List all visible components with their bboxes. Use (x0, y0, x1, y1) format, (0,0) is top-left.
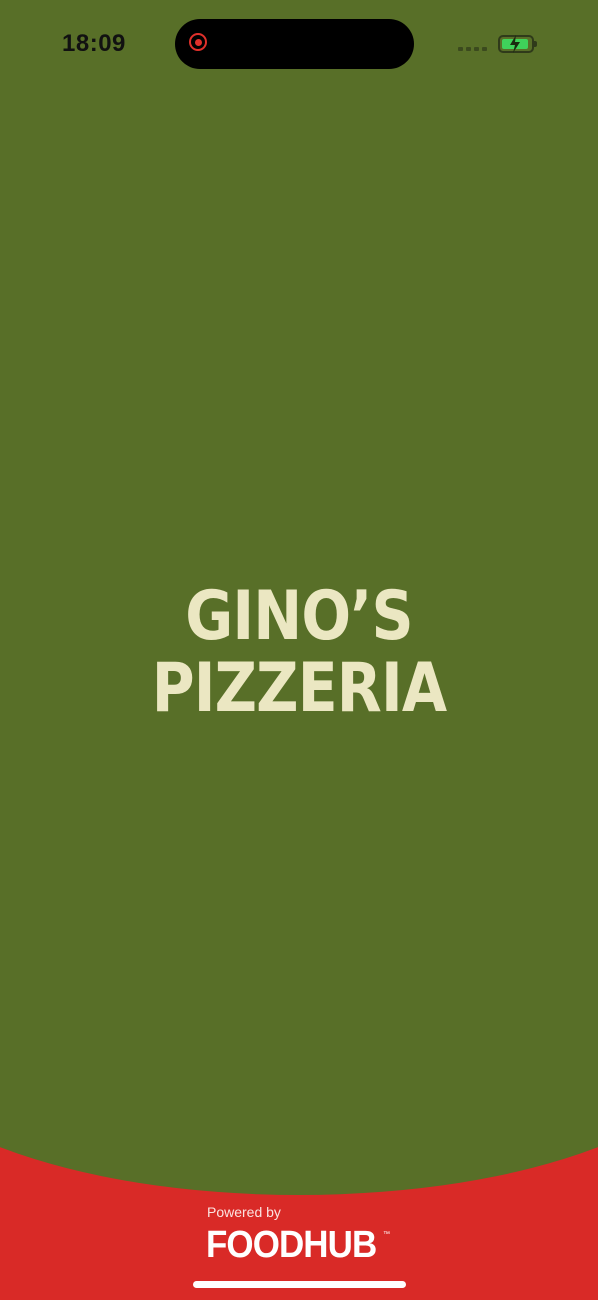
splash-screen: 18:09 GINO’S PIZZERIA Powered by FOODHUB… (0, 0, 598, 1300)
screen-recording-icon (189, 33, 207, 51)
powered-by-label: Powered by (207, 1204, 281, 1220)
logo-line-ginos: GINO’S (185, 577, 413, 656)
trademark-mark: ™ (383, 1231, 390, 1238)
status-bar: 18:09 (0, 0, 598, 90)
battery-icon (498, 35, 537, 53)
charging-bolt-icon (510, 35, 520, 53)
home-indicator[interactable] (193, 1281, 406, 1288)
ginos-pizzeria-logo: GINO’S PIZZERIA (0, 583, 598, 723)
cellular-signal-icon (458, 47, 490, 52)
logo-line-pizzeria: PIZZERIA (151, 649, 447, 728)
foodhub-logo: FOODHUB (206, 1224, 377, 1266)
status-time: 18:09 (62, 30, 126, 57)
dynamic-island (175, 19, 414, 69)
